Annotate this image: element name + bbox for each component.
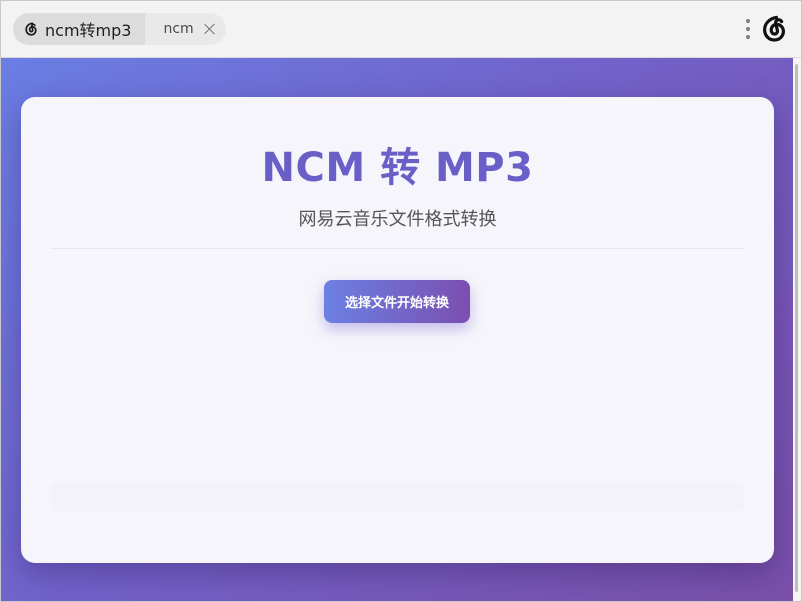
divider	[51, 248, 744, 249]
status-area	[51, 483, 744, 511]
app-window: ncm转mp3 ncm NCM 转 MP3 网易云音乐文件格式转换 选择文件开始…	[0, 0, 802, 602]
page-subtitle: 网易云音乐文件格式转换	[298, 209, 497, 230]
tab-label: ncm转mp3	[45, 21, 132, 40]
scrollbar[interactable]	[793, 58, 801, 601]
title-bar: ncm转mp3 ncm	[1, 1, 801, 58]
tab-group: ncm转mp3 ncm	[13, 13, 226, 45]
scrollbar-thumb[interactable]	[795, 64, 798, 592]
tab-label: ncm	[163, 21, 194, 37]
converter-card: NCM 转 MP3 网易云音乐文件格式转换 选择文件开始转换	[21, 97, 774, 563]
tab-ncm-to-mp3[interactable]: ncm转mp3	[13, 13, 146, 45]
netease-music-icon	[25, 22, 37, 36]
page-title: NCM 转 MP3	[261, 145, 534, 191]
main-content: NCM 转 MP3 网易云音乐文件格式转换 选择文件开始转换	[1, 58, 801, 601]
tab-ncm[interactable]: ncm	[145, 13, 226, 45]
close-icon[interactable]	[204, 23, 216, 35]
netease-music-logo-icon[interactable]	[759, 14, 789, 44]
select-file-button[interactable]: 选择文件开始转换	[324, 280, 470, 323]
kebab-menu-icon[interactable]	[743, 17, 753, 41]
